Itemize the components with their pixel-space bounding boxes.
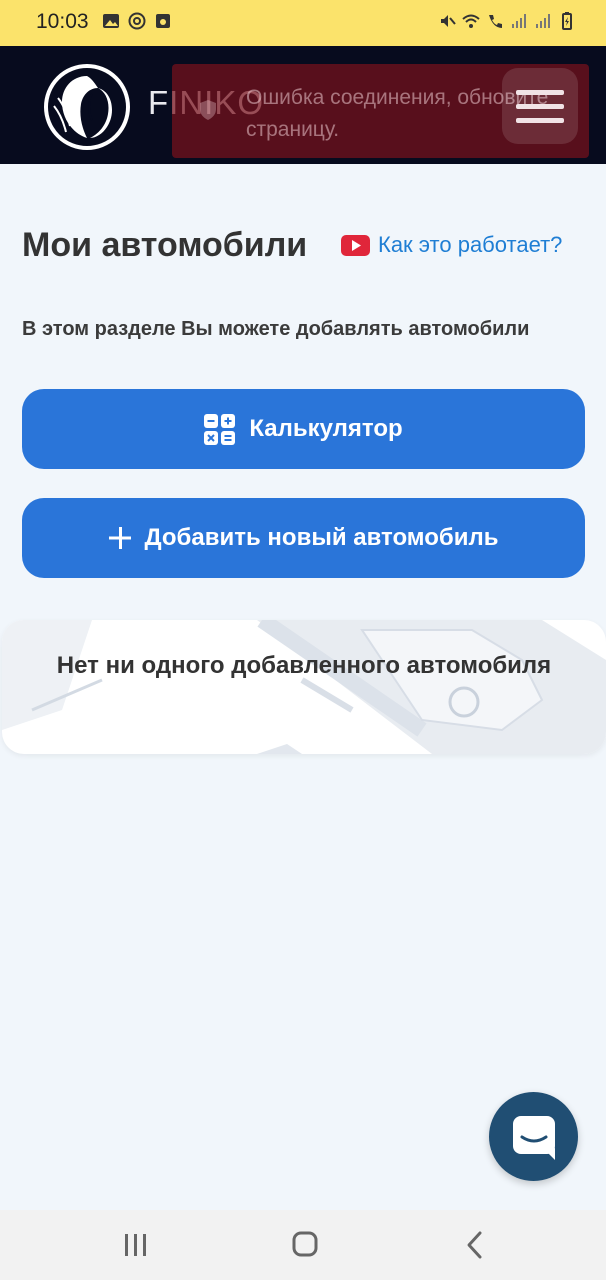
wifi-icon: [462, 14, 480, 28]
calculator-button-label: Калькулятор: [249, 415, 403, 442]
finiko-logo[interactable]: [44, 64, 130, 150]
page-title: Мои автомобили: [22, 226, 308, 264]
status-time: 10:03: [36, 10, 89, 33]
chat-icon: [513, 1116, 555, 1160]
chat-button[interactable]: [489, 1092, 578, 1181]
cars-illustration: [2, 620, 606, 754]
youtube-icon: [341, 234, 370, 256]
at-icon: [128, 12, 146, 30]
status-bar: 10:03: [0, 0, 606, 46]
how-it-works-link[interactable]: Как это работает?: [341, 232, 562, 258]
home-icon[interactable]: [285, 1228, 325, 1262]
signal-icon: [536, 14, 550, 28]
page-subtitle: В этом разделе Вы можете добавлять автом…: [22, 318, 530, 340]
recent-apps-icon[interactable]: [116, 1228, 156, 1262]
signal-icon: [512, 14, 526, 28]
shield-icon: [200, 100, 216, 120]
empty-state-message: Нет ни одного добавленного автомобиля: [56, 652, 552, 679]
image-icon: [103, 14, 119, 28]
plus-icon: [108, 527, 131, 549]
call-icon: [489, 15, 502, 28]
android-nav-bar: [0, 1210, 606, 1280]
hamburger-line: [516, 104, 564, 109]
app-header: FINIKO Ошибка соединения, обновите стран…: [0, 46, 606, 164]
add-car-button[interactable]: Добавить новый автомобиль: [22, 498, 585, 578]
back-icon[interactable]: [455, 1228, 495, 1262]
battery-icon: [562, 12, 572, 30]
hamburger-menu-button[interactable]: [502, 68, 578, 144]
status-right-icons: [438, 12, 576, 30]
hamburger-line: [516, 90, 564, 95]
add-car-button-label: Добавить новый автомобиль: [144, 524, 499, 551]
calculator-icon: [204, 413, 236, 445]
empty-state-card: Нет ни одного добавленного автомобиля: [2, 620, 606, 754]
calculator-button[interactable]: Калькулятор: [22, 389, 585, 469]
status-left-icons: [102, 12, 172, 30]
hamburger-line: [516, 118, 564, 123]
how-it-works-label: Как это работает?: [378, 232, 563, 257]
app-icon: [156, 14, 170, 28]
logo-icon: [53, 76, 112, 138]
mute-icon: [441, 15, 456, 27]
